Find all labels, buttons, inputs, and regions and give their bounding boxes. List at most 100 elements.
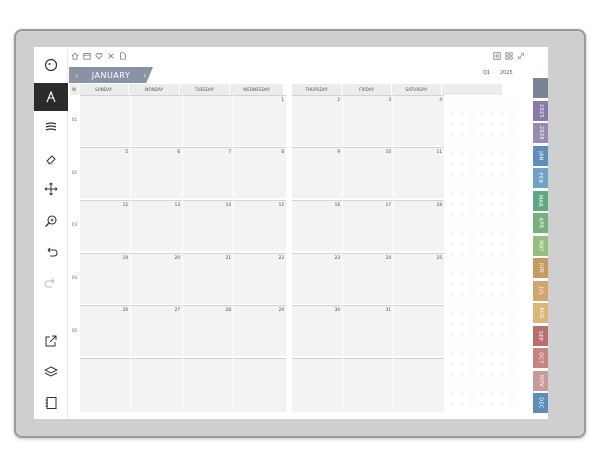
month-tab[interactable]: MAR	[533, 190, 548, 211]
week-number: 02	[71, 170, 78, 175]
day-cell[interactable]	[131, 95, 182, 146]
share-icon[interactable]	[34, 327, 68, 355]
stroke-width-icon[interactable]	[34, 113, 68, 141]
month-tab-label: MAY	[537, 239, 544, 252]
layers-icon[interactable]	[34, 358, 68, 386]
day-cell[interactable]: 28	[183, 305, 233, 356]
day-cell[interactable]: 30	[292, 305, 342, 356]
week-number: 03	[71, 222, 78, 227]
day-cell[interactable]	[343, 358, 393, 412]
day-cell[interactable]: 17	[343, 200, 393, 251]
day-number: 1	[281, 97, 284, 102]
day-cell[interactable]	[131, 358, 182, 412]
day-cell[interactable]: 4	[394, 95, 444, 146]
month-tab[interactable]: APR	[533, 213, 548, 233]
header-icons-left	[70, 49, 127, 63]
day-cell[interactable]: 11	[394, 147, 444, 198]
redo-icon[interactable]	[34, 269, 68, 297]
day-cell[interactable]: 7	[183, 147, 233, 198]
month-tab[interactable]: SEP	[533, 325, 548, 346]
day-cell[interactable]: 3	[343, 95, 393, 146]
day-cell[interactable]	[80, 358, 130, 412]
heart-icon[interactable]	[94, 52, 103, 61]
chevron-left-icon[interactable]: ‹	[75, 71, 79, 80]
quarter-label[interactable]: Q1	[483, 70, 490, 76]
day-number: 16	[334, 202, 340, 207]
day-cell[interactable]: 12	[80, 200, 130, 251]
day-cell[interactable]: 9	[292, 147, 342, 198]
month-tab[interactable]: JUL	[533, 280, 548, 301]
grid-icon[interactable]	[504, 52, 513, 61]
day-cell[interactable]: 13	[131, 200, 182, 251]
month-tab[interactable]	[533, 78, 548, 98]
tools-icon[interactable]	[106, 52, 115, 61]
day-cell[interactable]: 31	[343, 305, 393, 356]
day-cell[interactable]: 27	[131, 305, 182, 356]
day-cell[interactable]: 21	[183, 253, 233, 304]
day-number: 27	[174, 307, 180, 312]
undo-icon[interactable]	[34, 238, 68, 266]
month-tab-label: AUG	[537, 307, 544, 319]
day-number: 18	[436, 202, 442, 207]
day-header: WEDNESDAY	[243, 87, 270, 92]
day-cell[interactable]: 14	[183, 200, 233, 251]
month-tab[interactable]: NOV	[533, 370, 548, 391]
day-cell[interactable]	[394, 305, 444, 356]
day-cell[interactable]: 6	[131, 147, 182, 198]
day-cell[interactable]	[80, 95, 130, 146]
month-tab[interactable]: MAY	[533, 235, 548, 256]
day-number: 25	[436, 255, 442, 260]
year-label[interactable]: 2025	[500, 70, 513, 76]
file-icon[interactable]	[118, 52, 127, 61]
day-cell[interactable]: 22	[234, 253, 286, 304]
month-tab[interactable]: 2025	[533, 100, 548, 121]
home-icon[interactable]	[70, 52, 79, 61]
week-number: 05	[71, 328, 78, 333]
month-tab[interactable]: DEC	[533, 393, 548, 413]
month-tab[interactable]: AUG	[533, 303, 548, 323]
link-icon[interactable]	[516, 52, 525, 61]
month-tab[interactable]: JUN	[533, 258, 548, 278]
month-tab[interactable]: JAN	[533, 145, 548, 166]
day-cell[interactable]: 15	[234, 200, 286, 251]
day-cell[interactable]: 24	[343, 253, 393, 304]
chevron-right-icon[interactable]: ›	[143, 71, 147, 80]
move-icon[interactable]	[34, 175, 68, 203]
day-cell[interactable]	[183, 358, 233, 412]
day-cell[interactable]: 19	[80, 253, 130, 304]
day-number: 20	[174, 255, 180, 260]
calendar-icon[interactable]	[82, 52, 91, 61]
day-cell[interactable]	[183, 95, 233, 146]
notebook-icon[interactable]	[34, 389, 68, 417]
day-cell[interactable]: 18	[394, 200, 444, 251]
day-number: 21	[225, 255, 231, 260]
month-tab[interactable]: OCT	[533, 348, 548, 368]
week-number: 04	[71, 275, 78, 280]
day-cell[interactable]: 5	[80, 147, 130, 198]
day-cell[interactable]: 1	[234, 95, 286, 146]
day-cell[interactable]: 25	[394, 253, 444, 304]
day-number: 19	[122, 255, 128, 260]
day-cell[interactable]: 2	[292, 95, 342, 146]
pen-icon[interactable]	[34, 83, 68, 111]
day-cell[interactable]	[234, 358, 286, 412]
notes-dot-grid[interactable]	[447, 99, 515, 413]
zoom-icon[interactable]	[34, 207, 68, 235]
month-tab[interactable]: 2026	[533, 123, 548, 143]
eraser-icon[interactable]	[34, 145, 68, 173]
day-cell[interactable]	[394, 358, 444, 412]
day-cell[interactable]: 10	[343, 147, 393, 198]
day-cell[interactable]	[292, 358, 342, 412]
menu-circle-icon[interactable]	[34, 51, 68, 79]
day-cell[interactable]: 26	[80, 305, 130, 356]
day-cell[interactable]: 23	[292, 253, 342, 304]
day-cell[interactable]: 20	[131, 253, 182, 304]
day-cell[interactable]: 8	[234, 147, 286, 198]
day-cell[interactable]: 29	[234, 305, 286, 356]
weekday-header-right: THURSDAY FRIDAY SATURDAY	[292, 84, 502, 95]
month-tab[interactable]: FEB	[533, 168, 548, 188]
day-header: MONDAY	[129, 84, 180, 95]
day-cell[interactable]: 16	[292, 200, 342, 251]
month-tab-label: MAR	[537, 194, 544, 207]
settings-icon[interactable]	[492, 52, 501, 61]
